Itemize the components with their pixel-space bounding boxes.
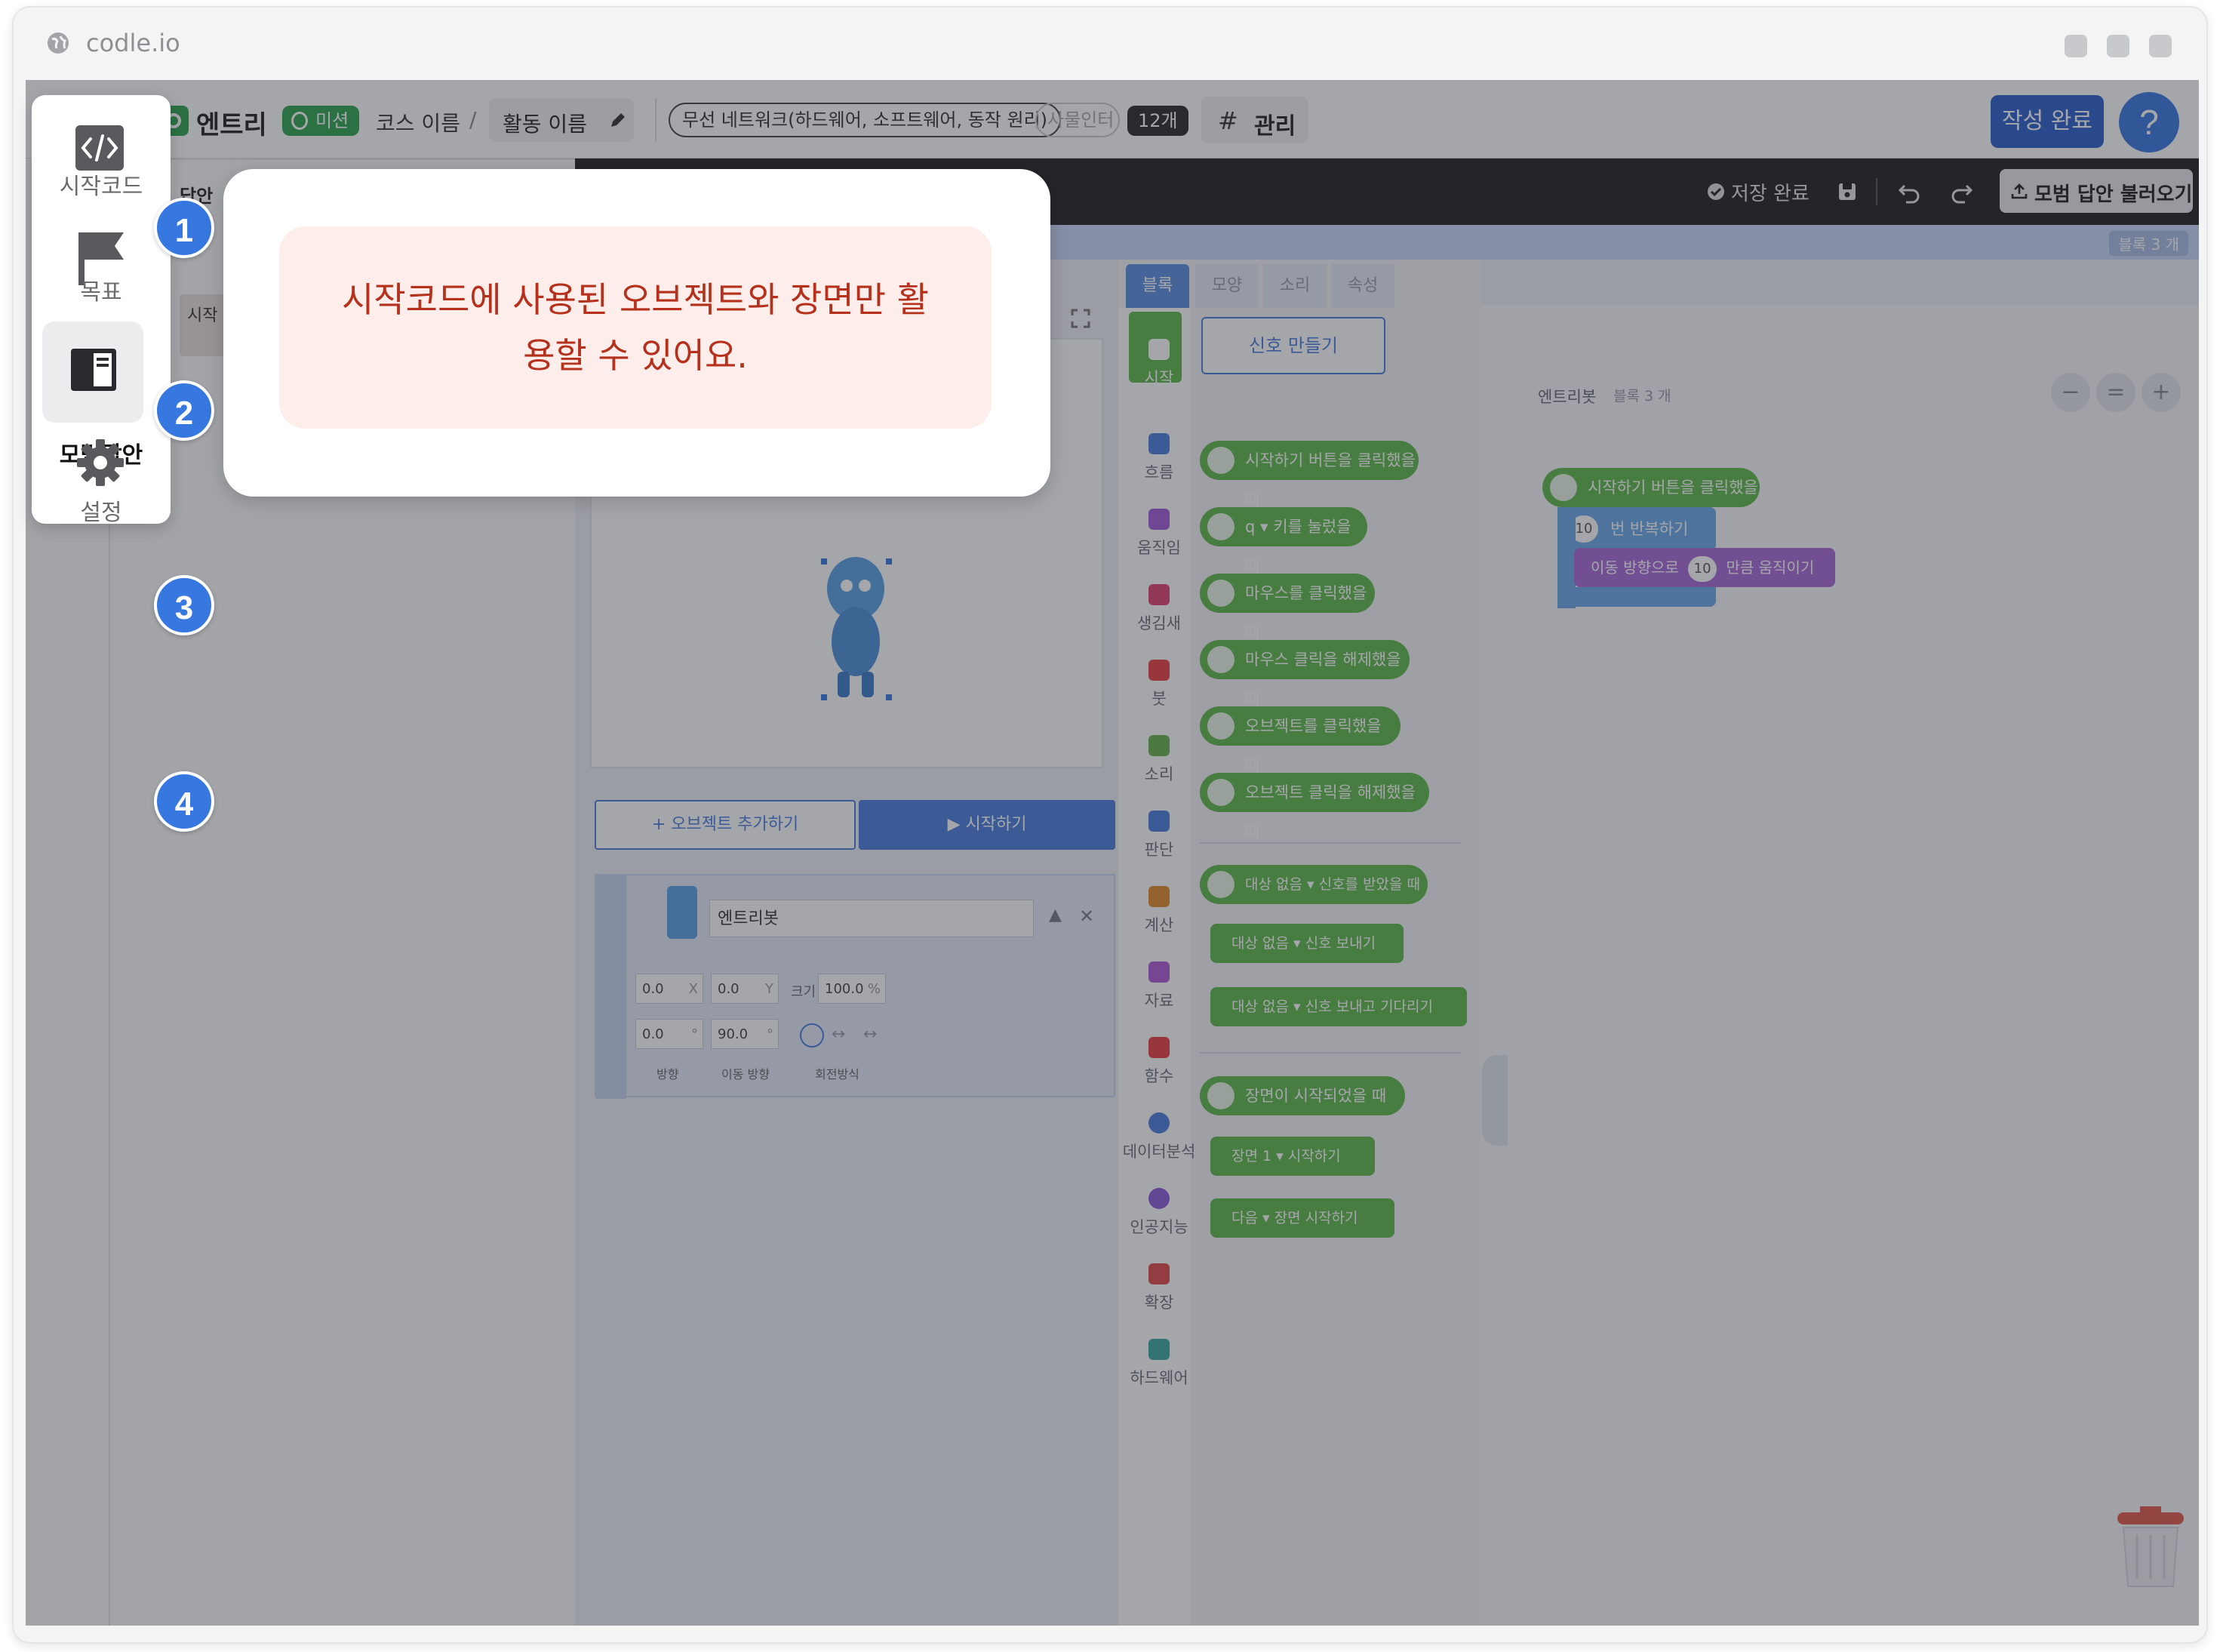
step-badge-1: 1: [154, 198, 214, 258]
url-text: codle.io: [86, 29, 180, 57]
answer-book-icon: [71, 349, 116, 391]
menu-label-start-code: 시작코드: [59, 174, 143, 200]
menu-item-settings[interactable]: 설정: [32, 420, 171, 526]
step-badge-3: 3: [154, 575, 214, 635]
side-menu: 시작코드 목표 모범답안: [32, 95, 171, 526]
code-icon: [75, 125, 124, 171]
menu-item-start-code[interactable]: 시작코드: [32, 95, 171, 201]
tooltip-message: 시작코드에 사용된 오브젝트와 장면만 활용할 수 있어요.: [342, 279, 929, 376]
step-badge-4: 4: [154, 771, 214, 832]
window-control[interactable]: [2149, 35, 2172, 57]
tooltip-message-box: 시작코드에 사용된 오브젝트와 장면만 활용할 수 있어요.: [279, 226, 992, 429]
window-control[interactable]: [2065, 35, 2087, 57]
menu-item-model-answer[interactable]: 모범답안: [32, 306, 171, 469]
tooltip-card: 시작코드에 사용된 오브젝트와 장면만 활용할 수 있어요.: [223, 169, 1050, 497]
browser-window: codle.io 엔트리 미션 코스 이름 / 활동 이름 무선 네트워크(하드…: [12, 6, 2208, 1644]
menu-label-goal: 목표: [80, 279, 122, 306]
gear-icon: [77, 439, 124, 486]
window-control[interactable]: [2107, 35, 2129, 57]
menu-item-goal[interactable]: 목표: [32, 201, 171, 306]
browser-bar: codle.io: [14, 8, 2206, 80]
globe-icon: [48, 32, 69, 54]
menu-label-settings: 설정: [80, 500, 122, 526]
step-badge-2: 2: [154, 380, 214, 441]
